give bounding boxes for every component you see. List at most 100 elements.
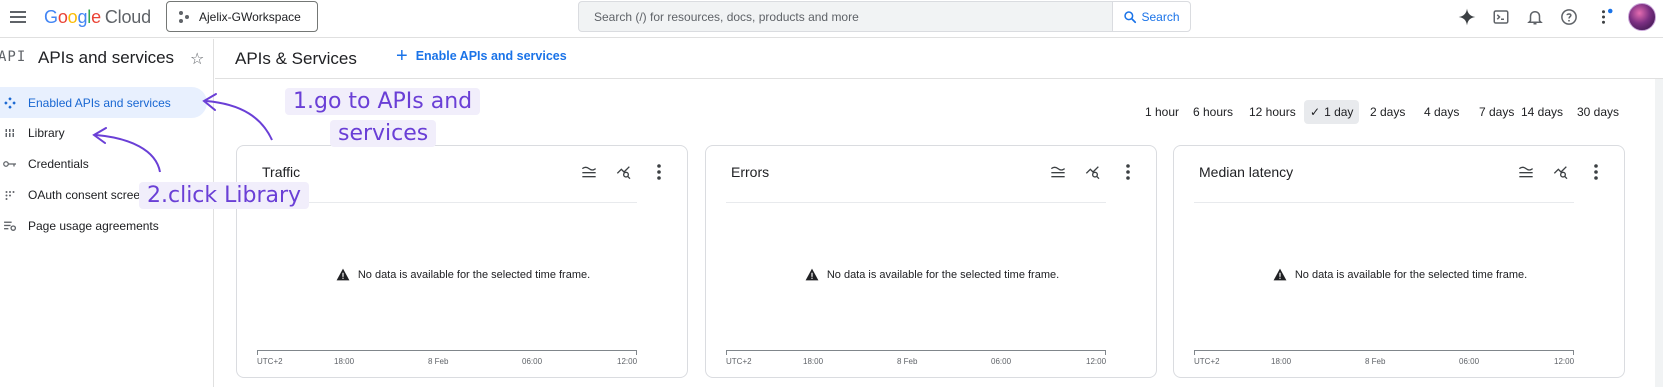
search-input[interactable]: Search (/) for resources, docs, products… [578, 1, 1113, 32]
card-title: Median latency [1199, 164, 1294, 180]
warning-icon [1273, 268, 1287, 281]
logo-letter: G [44, 7, 58, 27]
project-name: Ajelix-GWorkspace [199, 9, 301, 24]
cloud-shell-icon[interactable] [1490, 6, 1512, 28]
main-header: APIs & Services + Enable APIs and servic… [215, 39, 1663, 79]
enable-apis-button[interactable]: + Enable APIs and services [396, 45, 567, 67]
enable-apis-label: Enable APIs and services [415, 49, 567, 63]
time-range-option[interactable]: 14 days [1519, 100, 1565, 124]
star-icon[interactable]: ☆ [190, 49, 204, 69]
no-data-message: No data is available for the selected ti… [706, 268, 1158, 281]
card-title: Errors [731, 164, 770, 180]
help-icon[interactable] [1558, 6, 1580, 28]
time-range-label: 1 day [1324, 105, 1354, 119]
x-axis [1194, 350, 1574, 351]
search-button[interactable]: Search [1112, 1, 1191, 32]
warning-icon [805, 268, 819, 281]
more-vert-icon[interactable] [651, 164, 667, 180]
explore-chart-icon[interactable] [1553, 164, 1569, 180]
check-icon: ✓ [1310, 105, 1321, 119]
project-dots-icon [179, 10, 191, 23]
sidebar-header: API APIs and services ☆ [0, 39, 214, 79]
tick-mark [257, 350, 258, 355]
annotation-step-1-line-1: 1.go to APIs and [285, 88, 481, 115]
explore-chart-icon[interactable] [616, 164, 632, 180]
card-divider [726, 202, 1106, 203]
more-vert-icon[interactable] [1588, 164, 1604, 180]
tick-label: 12:00 [1554, 357, 1575, 366]
tick-label: 12:00 [1086, 357, 1107, 366]
notifications-icon[interactable] [1524, 6, 1546, 28]
settings-list-icon [0, 220, 20, 232]
sidebar-title: APIs and services [38, 48, 175, 67]
no-data-message: No data is available for the selected ti… [1174, 268, 1626, 281]
tick-mark [636, 350, 637, 355]
logo-letter: o [57, 7, 68, 27]
median-latency-card: Median latency No data is available for … [1173, 145, 1625, 378]
time-range-option[interactable]: 2 days [1368, 100, 1407, 124]
tick-label: 8 Feb [428, 357, 449, 366]
tick-mark [1573, 350, 1574, 355]
time-range-option[interactable]: 1 hour [1143, 100, 1181, 124]
more-vert-icon[interactable] [1594, 6, 1616, 28]
time-range-option[interactable]: 6 hours [1191, 100, 1235, 124]
sidebar-item-label: Page usage agreements [28, 218, 159, 233]
tick-label: UTC+2 [1194, 357, 1220, 366]
tick-label: 06:00 [1459, 357, 1480, 366]
card-title: Traffic [262, 164, 301, 180]
plus-icon: + [396, 45, 408, 67]
annotation-step-2: 2.click Library [139, 182, 310, 209]
tick-label: 06:00 [991, 357, 1012, 366]
top-bar: Google Cloud Ajelix-GWorkspace Search (/)… [0, 0, 1663, 38]
tick-label: 18:00 [803, 357, 824, 366]
card-actions [581, 164, 667, 180]
avatar[interactable] [1628, 3, 1656, 31]
tick-label: 8 Feb [1365, 357, 1386, 366]
gemini-sparkle-icon[interactable] [1456, 6, 1478, 28]
time-range-option[interactable]: 4 days [1422, 100, 1461, 124]
time-range-option[interactable]: 30 days [1575, 100, 1621, 124]
errors-card: Errors No data is available for the sele… [705, 145, 1157, 378]
search-button-label: Search [1141, 9, 1180, 24]
menu-icon[interactable] [8, 8, 28, 28]
sidebar-item-label: Credentials [28, 156, 89, 171]
tick-mark [726, 350, 727, 355]
card-actions [1050, 164, 1136, 180]
tick-label: UTC+2 [257, 357, 283, 366]
google-cloud-logo[interactable]: Google Cloud [44, 7, 151, 28]
explore-chart-icon[interactable] [1085, 164, 1101, 180]
annotation-step-1-line-2: services [330, 120, 437, 147]
legend-toggle-icon[interactable] [581, 164, 597, 180]
logo-cloud-text: Cloud [104, 7, 151, 27]
tick-label: 18:00 [1271, 357, 1292, 366]
time-range-selector: 1 hour 6 hours 12 hours ✓ 1 day 2 days 4 … [0, 100, 1663, 124]
sidebar-item-page-usage[interactable]: Page usage agreements [0, 210, 213, 241]
legend-toggle-icon[interactable] [1050, 164, 1066, 180]
logo-letter: g [77, 7, 88, 27]
no-data-text: No data is available for the selected ti… [826, 268, 1060, 281]
no-data-message: No data is available for the selected ti… [237, 268, 689, 281]
time-range-option-selected[interactable]: ✓ 1 day [1304, 100, 1360, 124]
sidebar: API APIs and services ☆ Enabled APIs and… [0, 39, 214, 387]
key-icon [0, 159, 20, 169]
card-actions [1518, 164, 1604, 180]
sidebar-item-label: OAuth consent screen [28, 187, 147, 202]
time-range-option[interactable]: 12 hours [1247, 100, 1298, 124]
sidebar-item-credentials[interactable]: Credentials [0, 148, 213, 179]
project-picker-button[interactable]: Ajelix-GWorkspace [166, 1, 318, 32]
more-vert-icon[interactable] [1120, 164, 1136, 180]
card-divider [1194, 202, 1574, 203]
library-icon [0, 127, 20, 139]
warning-icon [336, 268, 350, 281]
tick-label: 06:00 [522, 357, 543, 366]
tick-label: 8 Feb [897, 357, 918, 366]
logo-letter: e [91, 7, 101, 27]
card-divider [257, 202, 637, 203]
tick-label: UTC+2 [726, 357, 752, 366]
scrollbar[interactable] [1655, 79, 1663, 387]
tick-mark [1194, 350, 1195, 355]
time-range-option[interactable]: 7 days [1477, 100, 1516, 124]
sidebar-item-label: Library [28, 125, 65, 140]
legend-toggle-icon[interactable] [1518, 164, 1534, 180]
logo-letter: o [67, 7, 78, 27]
